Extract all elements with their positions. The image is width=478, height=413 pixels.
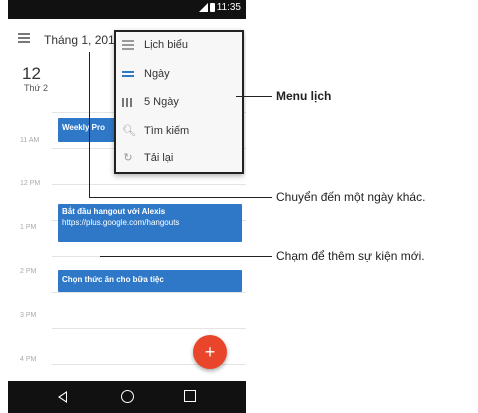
callout-add-event: Chạm để thêm sự kiện mới.: [276, 249, 425, 263]
time-label: 12 PM: [20, 180, 41, 187]
hour-line: [52, 292, 246, 293]
day-view-icon: [122, 68, 134, 80]
day-number[interactable]: 12: [22, 64, 41, 84]
menu-item-search[interactable]: 🔍︎ Tìm kiếm: [122, 121, 242, 141]
menu-item-day[interactable]: Ngày: [122, 64, 242, 84]
list-icon: [122, 39, 134, 51]
search-icon: 🔍︎: [122, 125, 136, 137]
menu-item-label: Tìm kiếm: [144, 125, 190, 137]
event-title: Bắt đầu hangout với Alexis: [62, 207, 166, 216]
event-weekly[interactable]: Weekly Pro: [58, 118, 118, 142]
callout-line-add: [100, 256, 272, 257]
time-label: 11 AM: [20, 137, 40, 144]
hour-line: [52, 328, 246, 329]
phone-screen: 11:35 Tháng 1, 2015 12 Thứ 2 11 AM 12 PM…: [8, 0, 246, 413]
recent-apps-icon[interactable]: [184, 390, 196, 402]
status-bar: 11:35: [8, 0, 246, 19]
status-icons: 11:35: [198, 2, 241, 13]
menu-item-label: 5 Ngày: [144, 96, 179, 108]
back-icon[interactable]: [58, 391, 67, 403]
callout-menu: Menu lịch: [276, 89, 332, 103]
menu-item-refresh[interactable]: ↻ Tải lại: [122, 148, 242, 168]
menu-item-label: Ngày: [144, 68, 170, 80]
time-label: 3 PM: [20, 312, 37, 319]
callout-line-menu: [236, 96, 272, 97]
navigation-bar: [8, 381, 246, 413]
menu-item-5-days[interactable]: 5 Ngày: [122, 92, 242, 112]
menu-item-label: Lịch biểu: [144, 39, 189, 51]
callout-line-goto-vertical: [89, 52, 90, 198]
callout-line-goto: [89, 197, 272, 198]
menu-drawer-icon[interactable]: [18, 33, 30, 43]
time-label: 1 PM: [20, 224, 37, 231]
five-day-icon: [122, 98, 134, 107]
callout-goto-date: Chuyển đến một ngày khác.: [276, 190, 426, 204]
event-party-food[interactable]: Chọn thức ăn cho bữa tiệc: [58, 270, 242, 292]
time-label: 2 PM: [20, 268, 37, 275]
menu-item-schedule[interactable]: Lịch biểu: [122, 35, 242, 55]
month-selector[interactable]: Tháng 1, 2015: [44, 33, 121, 47]
event-detail: https://plus.google.com/hangouts: [62, 218, 180, 227]
calendar-menu: Lịch biểu Ngày 5 Ngày 🔍︎ Tìm kiếm ↻ Tải …: [114, 30, 244, 174]
add-event-button[interactable]: +: [193, 335, 227, 369]
status-time: 11:35: [216, 2, 241, 13]
hour-line: [52, 184, 246, 185]
plus-icon: +: [204, 342, 216, 362]
menu-item-label: Tải lại: [144, 152, 174, 164]
time-label: 4 PM: [20, 356, 37, 363]
battery-icon: [209, 3, 215, 12]
event-title: Chọn thức ăn cho bữa tiệc: [62, 275, 164, 284]
event-title: Weekly Pro: [62, 123, 105, 132]
home-icon[interactable]: [121, 390, 134, 403]
refresh-icon: ↻: [123, 152, 133, 164]
event-hangout[interactable]: Bắt đầu hangout với Alexis https://plus.…: [58, 204, 242, 242]
day-name: Thứ 2: [24, 83, 49, 93]
signal-icon: [198, 3, 208, 12]
